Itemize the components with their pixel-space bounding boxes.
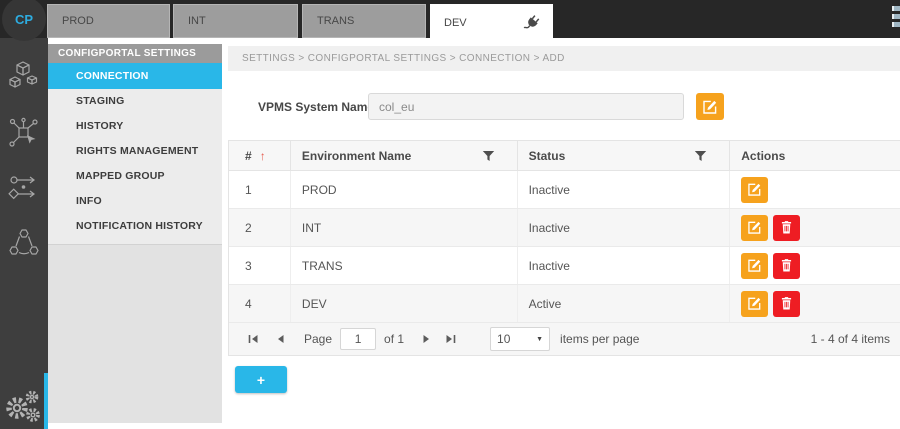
settings-gears-icon[interactable]: [2, 386, 44, 428]
row-environment-name: PROD: [291, 171, 518, 208]
tab-int[interactable]: INT: [173, 4, 298, 38]
sidebar-item-mapped-group[interactable]: MAPPED GROUP: [48, 164, 222, 189]
tab-label: DEV: [444, 17, 467, 29]
breadcrumb: SETTINGS > CONFIGPORTAL SETTINGS > CONNE…: [228, 46, 900, 71]
page-of-label: of 1: [384, 332, 404, 346]
row-environment-name: TRANS: [291, 247, 518, 284]
table-row: 3 TRANS Inactive: [229, 247, 900, 285]
items-range-label: 1 - 4 of 4 items: [811, 332, 890, 346]
sort-asc-icon: ↑: [260, 149, 266, 163]
page-number-input[interactable]: [340, 328, 376, 350]
app-logo-text: CP: [15, 12, 33, 27]
settings-sidebar: CONFIGPORTAL SETTINGS CONNECTION STAGING…: [48, 44, 222, 423]
sidebar-item-notification-history[interactable]: NOTIFICATION HISTORY: [48, 214, 222, 239]
chevron-down-icon: ▼: [536, 336, 543, 343]
row-status: Inactive: [518, 209, 731, 246]
table-header-row: # ↑ Environment Name Status Actions: [229, 141, 900, 171]
edit-icon: [748, 297, 761, 310]
row-environment-name: INT: [291, 209, 518, 246]
add-environment-button[interactable]: +: [235, 366, 287, 393]
edit-row-button[interactable]: [741, 291, 768, 317]
column-header-actions: Actions: [730, 141, 900, 170]
sidebar-item-staging[interactable]: STAGING: [48, 89, 222, 114]
page-size-value: 10: [497, 332, 510, 346]
top-tab-bar: PROD INT TRANS DEV CP: [0, 0, 900, 38]
page-label: Page: [304, 332, 332, 346]
trash-icon: [781, 259, 792, 272]
row-num: 3: [229, 247, 291, 284]
vpms-system-name-input[interactable]: [368, 93, 684, 120]
delete-row-button[interactable]: [773, 215, 800, 241]
row-num: 2: [229, 209, 291, 246]
row-actions: [730, 209, 900, 246]
edit-icon: [748, 183, 761, 196]
delete-row-button[interactable]: [773, 253, 800, 279]
tab-label: INT: [188, 15, 206, 27]
sidebar-filler: [48, 244, 222, 423]
next-page-icon[interactable]: [420, 333, 432, 345]
row-num: 4: [229, 285, 291, 322]
column-label: Actions: [741, 149, 785, 163]
tab-label: PROD: [62, 15, 94, 27]
column-label: #: [245, 149, 252, 163]
edit-row-button[interactable]: [741, 177, 768, 203]
edit-icon: [703, 100, 717, 114]
environments-table: # ↑ Environment Name Status Actions 1: [228, 140, 900, 356]
delete-row-button[interactable]: [773, 291, 800, 317]
column-header-environment-name[interactable]: Environment Name: [291, 141, 518, 170]
sidebar-item-rights-management[interactable]: RIGHTS MANAGEMENT: [48, 139, 222, 164]
tab-prod[interactable]: PROD: [47, 4, 170, 38]
trash-icon: [781, 297, 792, 310]
packages-icon[interactable]: [7, 59, 41, 93]
table-row: 4 DEV Active: [229, 285, 900, 323]
workflow-icon[interactable]: [7, 171, 41, 205]
last-page-icon[interactable]: [444, 333, 456, 345]
plus-icon: +: [257, 372, 265, 388]
edit-icon: [748, 221, 761, 234]
column-header-num[interactable]: # ↑: [229, 141, 291, 170]
column-label: Environment Name: [302, 149, 411, 163]
vpms-system-name-label: VPMS System Name: [258, 100, 374, 114]
table-row: 2 INT Inactive: [229, 209, 900, 247]
row-status: Inactive: [518, 247, 731, 284]
filter-icon[interactable]: [694, 150, 707, 162]
tab-dev-active[interactable]: DEV: [430, 4, 553, 41]
table-pager: Page of 1 10 ▼ items per page 1 - 4 of 4…: [229, 323, 900, 356]
sidebar-item-connection[interactable]: CONNECTION: [48, 63, 222, 89]
tab-trans[interactable]: TRANS: [302, 4, 426, 38]
row-num: 1: [229, 171, 291, 208]
first-page-icon[interactable]: [247, 333, 259, 345]
row-actions: [730, 285, 900, 322]
sidebar-item-history[interactable]: HISTORY: [48, 114, 222, 139]
column-label: Status: [529, 149, 566, 163]
page-size-select[interactable]: 10 ▼: [490, 327, 550, 351]
row-status: Inactive: [518, 171, 731, 208]
app-window: PROD INT TRANS DEV CP: [0, 0, 900, 429]
row-environment-name: DEV: [291, 285, 518, 322]
prev-page-icon[interactable]: [274, 333, 286, 345]
row-actions: [730, 247, 900, 284]
app-logo[interactable]: CP: [2, 0, 46, 41]
column-header-status[interactable]: Status: [518, 141, 731, 170]
edit-icon: [748, 259, 761, 272]
hamburger-menu-icon[interactable]: [892, 6, 900, 30]
items-per-page-label: items per page: [560, 332, 639, 346]
row-actions: [730, 171, 900, 208]
sidebar-item-info[interactable]: INFO: [48, 189, 222, 214]
table-row: 1 PROD Inactive: [229, 171, 900, 209]
icon-sidebar: [0, 38, 48, 429]
row-status: Active: [518, 285, 731, 322]
filter-icon[interactable]: [482, 150, 495, 162]
cluster-icon[interactable]: [7, 226, 41, 260]
edit-row-button[interactable]: [741, 215, 768, 241]
tab-label: TRANS: [317, 15, 354, 27]
edit-row-button[interactable]: [741, 253, 768, 279]
sidebar-header: CONFIGPORTAL SETTINGS: [48, 44, 222, 63]
network-touch-icon[interactable]: [7, 116, 41, 150]
edit-vpms-button[interactable]: [696, 93, 724, 120]
plug-icon: [523, 14, 541, 32]
trash-icon: [781, 221, 792, 234]
